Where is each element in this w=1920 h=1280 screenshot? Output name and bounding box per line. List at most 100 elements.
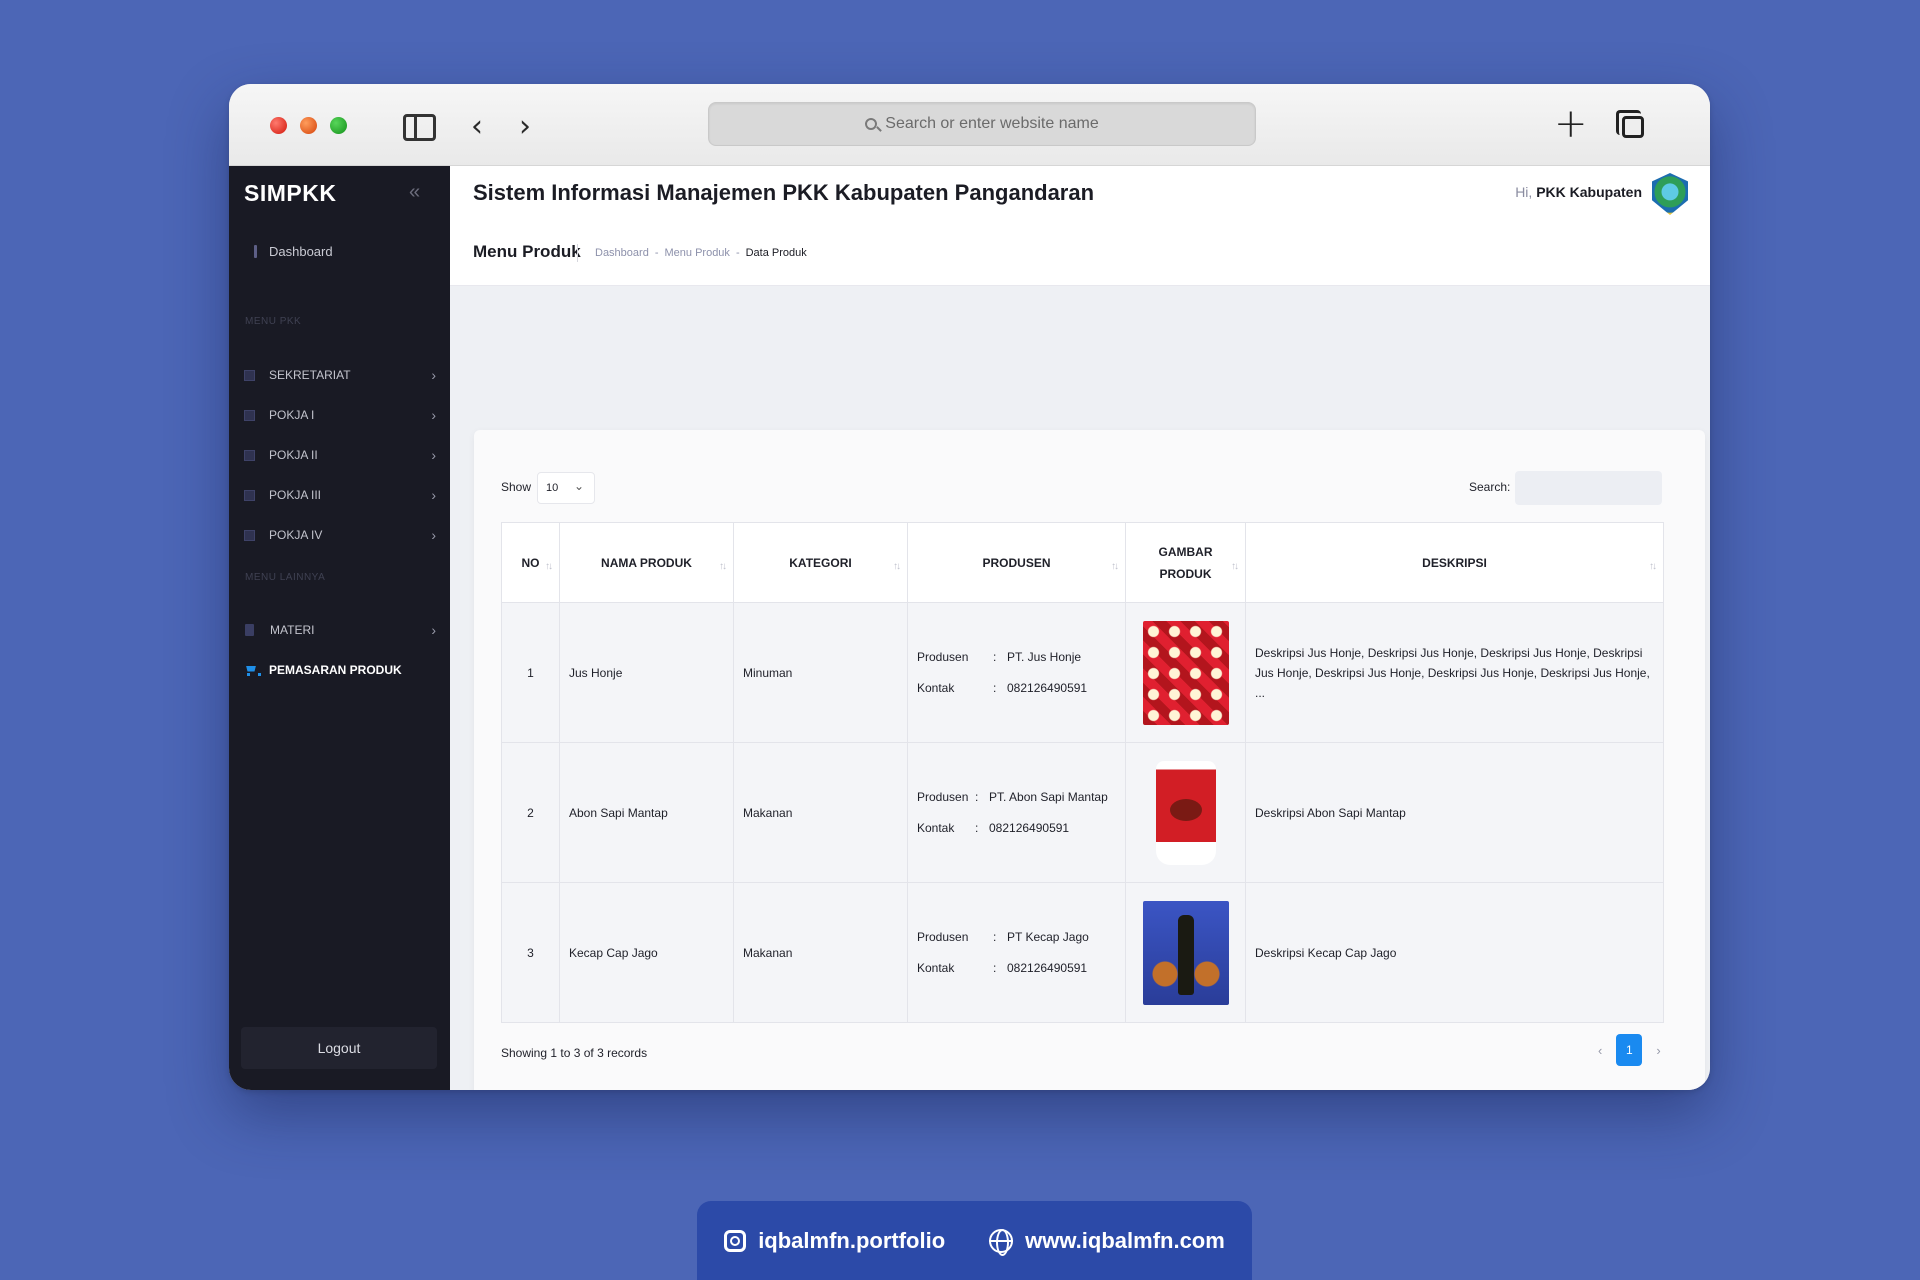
- column-header-kategori[interactable]: KATEGORI ↑↓: [733, 522, 908, 603]
- url-bar[interactable]: Search or enter website name: [708, 102, 1256, 146]
- browser-window: ‹ › Search or enter website name + SIMPK…: [229, 84, 1710, 1090]
- column-header-produsen[interactable]: PRODUSEN ↑↓: [907, 522, 1126, 603]
- forward-icon[interactable]: ›: [519, 112, 531, 142]
- breadcrumb-dashboard[interactable]: Dashboard: [595, 247, 649, 259]
- minimize-window-button[interactable]: [300, 117, 317, 134]
- sidebar-item-label: POKJA I: [269, 408, 315, 422]
- show-entries-label: Show: [501, 480, 532, 494]
- column-header-no[interactable]: NO ↑↓: [501, 522, 560, 603]
- user-greeting[interactable]: Hi, PKK Kabupaten: [1515, 184, 1642, 200]
- juice-product-image[interactable]: [1142, 620, 1229, 725]
- logout-button[interactable]: Logout: [241, 1027, 437, 1069]
- sort-icon: ↑↓: [1111, 561, 1119, 572]
- section-label-pkk: MENU PKK: [245, 316, 302, 327]
- column-header-deskripsi[interactable]: DESKRIPSI ↑↓: [1245, 522, 1664, 603]
- kontak-value: 082126490591: [989, 820, 1070, 835]
- maximize-window-button[interactable]: [330, 117, 347, 134]
- instagram-icon: [724, 1230, 747, 1252]
- column-label: GAMBAR PRODUK: [1158, 544, 1213, 581]
- sidebar: SIMPKK « Dashboard MENU PKK SEKRETARIAT …: [229, 166, 450, 1090]
- previous-page-button[interactable]: ‹: [1598, 1043, 1602, 1058]
- greeting-hi: Hi,: [1515, 184, 1533, 200]
- breadcrumb-menu-produk[interactable]: Menu Produk: [665, 247, 730, 259]
- brand-logo: SIMPKK: [244, 180, 337, 206]
- portfolio-footer: iqbalmfn.portfolio www.iqbalmfn.com: [697, 1201, 1252, 1280]
- chevron-right-icon: ›: [431, 447, 436, 463]
- entries-value: 10: [546, 482, 559, 494]
- sidebar-item-pemasaran-produk[interactable]: PEMASARAN PRODUK: [244, 658, 436, 682]
- colon: :: [993, 649, 997, 664]
- cell-produsen: Produsen: PT Kecap Jago Kontak:0821264905…: [907, 882, 1126, 1023]
- column-header-gambar-produk[interactable]: GAMBAR PRODUK ↑↓: [1125, 522, 1246, 603]
- column-label: KATEGORI: [789, 555, 852, 570]
- cell-deskripsi: Deskripsi Kecap Cap Jago: [1245, 882, 1664, 1023]
- main-content: Sistem Informasi Manajemen PKK Kabupaten…: [450, 166, 1710, 1090]
- table-row: 3 Kecap Cap Jago Makanan Produsen: PT Kec…: [501, 882, 1664, 1023]
- sort-icon: ↑↓: [719, 561, 727, 572]
- collapse-sidebar-icon[interactable]: «: [409, 181, 420, 204]
- page-button-1[interactable]: 1: [1616, 1034, 1643, 1066]
- search-input[interactable]: [1515, 471, 1662, 505]
- chevron-right-icon: ›: [431, 407, 436, 423]
- back-icon[interactable]: ‹: [471, 112, 483, 142]
- sidebar-toggle-icon[interactable]: [403, 114, 436, 141]
- chevron-right-icon: ›: [431, 527, 436, 543]
- colon: :: [975, 789, 979, 804]
- column-header-nama-produk[interactable]: NAMA PRODUK ↑↓: [559, 522, 734, 603]
- next-page-button[interactable]: ›: [1656, 1043, 1660, 1058]
- produsen-value: PT. Jus Honje: [1007, 649, 1082, 664]
- produsen-value: PT Kecap Jago: [1007, 929, 1089, 944]
- section-label-other: MENU LAINNYA: [245, 572, 326, 583]
- new-tab-icon[interactable]: +: [1554, 104, 1588, 144]
- cart-icon: [244, 665, 261, 676]
- cell-deskripsi: Deskripsi Jus Honje, Deskripsi Jus Honje…: [1245, 602, 1664, 743]
- breadcrumb: Dashboard - Menu Produk - Data Produk: [595, 247, 807, 259]
- sidebar-item-dashboard[interactable]: Dashboard: [254, 244, 333, 259]
- chevron-down-icon: ⌄: [573, 479, 584, 493]
- breadcrumb-separator: -: [654, 247, 659, 259]
- product-table: NO ↑↓ NAMA PRODUK ↑↓ KATEGORI ↑↓ PRODUSEN ↑↓…: [501, 522, 1664, 1023]
- colon: :: [993, 680, 997, 695]
- chevron-right-icon: ›: [431, 367, 436, 383]
- entries-per-page-select[interactable]: 10 ⌄: [537, 472, 595, 504]
- pagination: ‹ 1 ›: [1598, 1034, 1661, 1066]
- sidebar-item-label: Dashboard: [269, 244, 333, 259]
- sidebar-item-pokja-1[interactable]: POKJA I ›: [244, 403, 436, 427]
- produsen-key: Produsen: [917, 929, 969, 944]
- table-row: 2 Abon Sapi Mantap Makanan Produsen: PT. …: [501, 742, 1664, 883]
- url-placeholder: Search or enter website name: [885, 115, 1099, 132]
- colon: :: [993, 929, 997, 944]
- menu-icon: [244, 449, 255, 461]
- cell-gambar-produk: [1125, 882, 1246, 1023]
- cell-gambar-produk: [1125, 602, 1246, 743]
- instagram-link[interactable]: iqbalmfn.portfolio: [724, 1228, 945, 1254]
- menu-icon: [244, 489, 255, 501]
- kontak-key: Kontak: [917, 820, 955, 835]
- column-label: NAMA PRODUK: [601, 555, 692, 570]
- close-window-button[interactable]: [270, 117, 287, 134]
- sidebar-item-pokja-4[interactable]: POKJA IV ›: [244, 523, 436, 547]
- menu-icon: [244, 409, 255, 421]
- sidebar-item-pokja-2[interactable]: POKJA II ›: [244, 443, 436, 467]
- table-row: 1 Jus Honje Minuman Produsen: PT. Jus Hon…: [501, 602, 1664, 743]
- product-table-card: Show 10 ⌄ Search: NO ↑↓ NAMA PRODUK ↑↓ KAT…: [474, 430, 1705, 1090]
- sidebar-item-pokja-3[interactable]: POKJA III ›: [244, 483, 436, 507]
- globe-icon: [989, 1229, 1014, 1256]
- kontak-value: 082126490591: [1007, 680, 1088, 695]
- abon-product-image[interactable]: [1155, 760, 1216, 865]
- sidebar-item-sekretariat[interactable]: SEKRETARIAT ›: [244, 363, 436, 387]
- kecap-product-image[interactable]: [1142, 900, 1229, 1005]
- user-name: PKK Kabupaten: [1536, 184, 1642, 200]
- chevron-right-icon: ›: [431, 487, 436, 503]
- website-link[interactable]: www.iqbalmfn.com: [989, 1228, 1225, 1256]
- sidebar-item-label: MATERI: [270, 623, 315, 637]
- tabs-overview-icon[interactable]: [1616, 110, 1644, 138]
- colon: :: [975, 820, 979, 835]
- menu-icon: [244, 369, 255, 381]
- dashboard-icon: [254, 245, 257, 258]
- cell-no: 3: [501, 882, 560, 1023]
- sidebar-item-materi[interactable]: MATERI ›: [244, 618, 436, 642]
- regency-emblem-logo[interactable]: [1652, 173, 1688, 215]
- instagram-handle: iqbalmfn.portfolio: [758, 1228, 946, 1253]
- menu-icon: [244, 529, 255, 541]
